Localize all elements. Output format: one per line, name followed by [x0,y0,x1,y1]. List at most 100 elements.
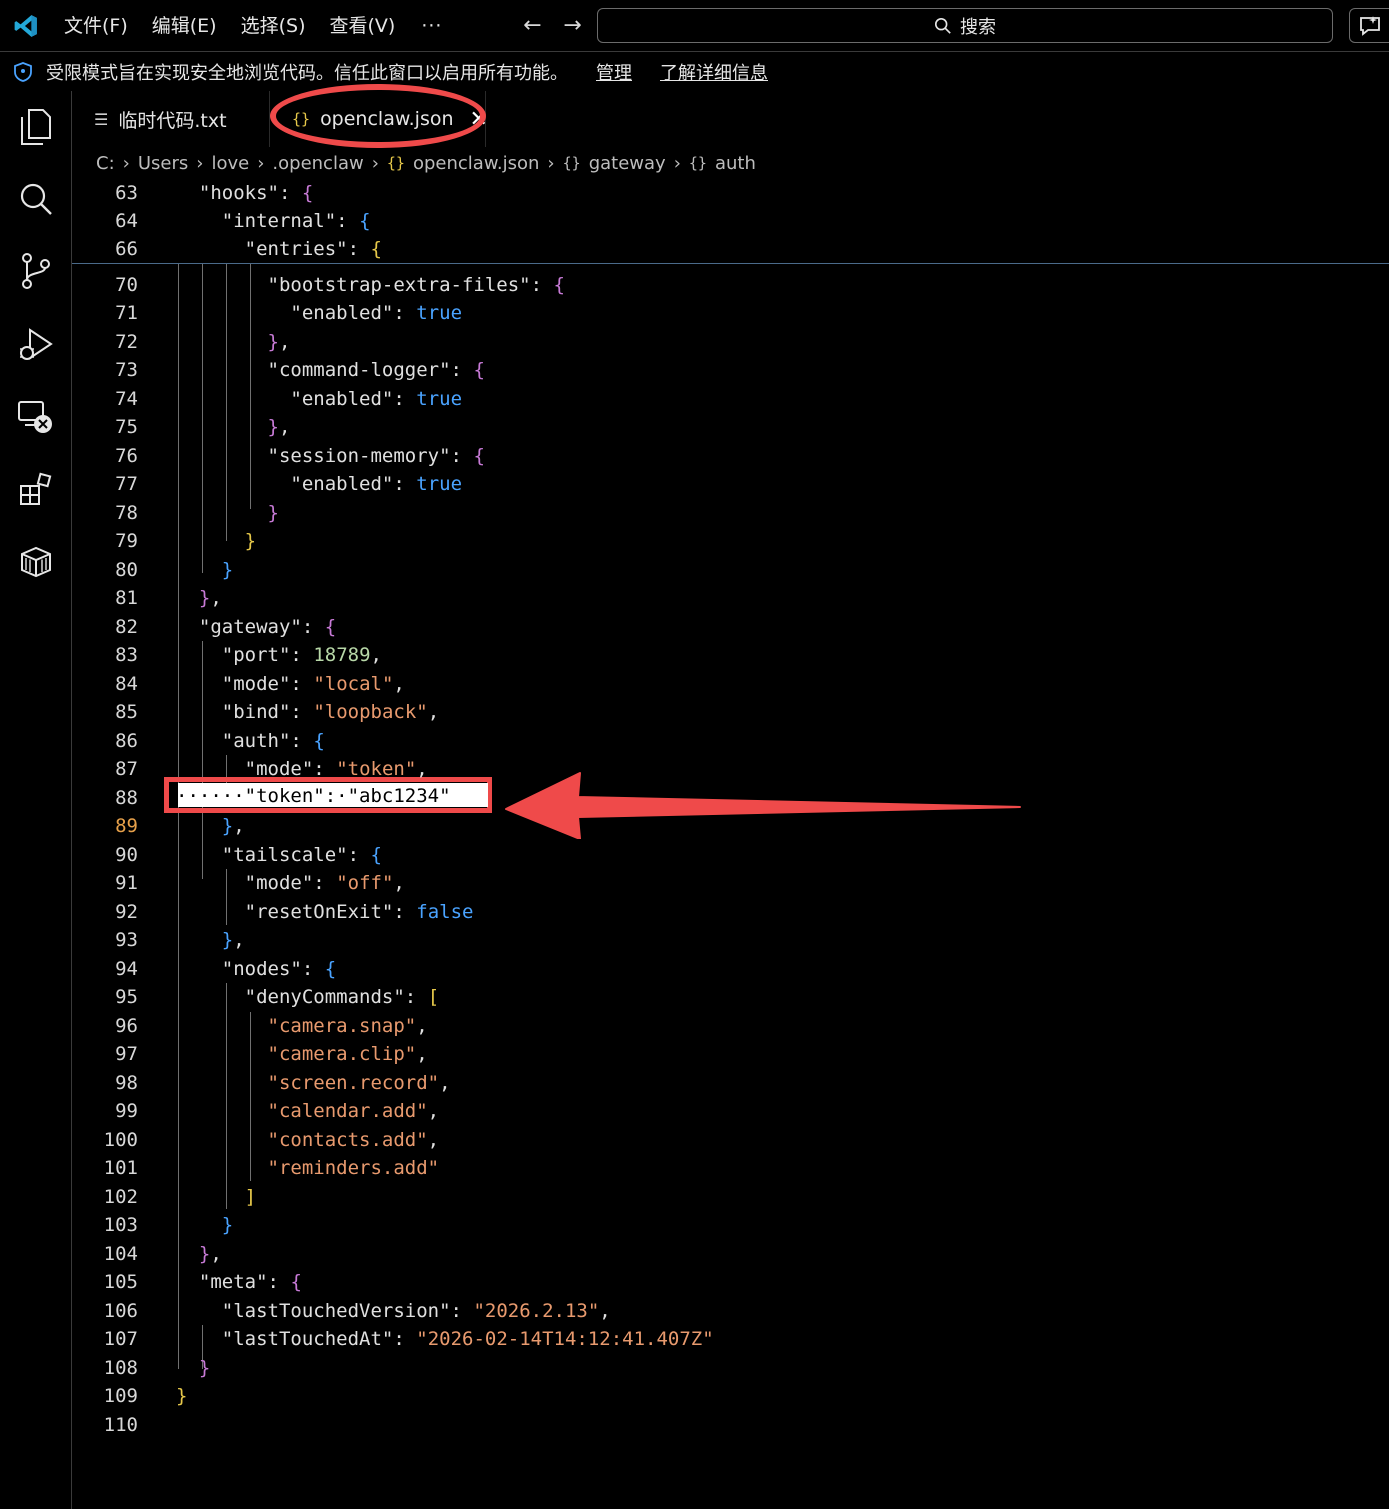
code-line[interactable]: 90 "tailscale": { [72,841,1389,869]
code-line[interactable]: 100 "contacts.add", [72,1126,1389,1154]
line-code: "calendar.add", [267,1100,440,1122]
code-line[interactable]: 64 "internal": { [72,207,1389,235]
chat-icon[interactable] [1349,8,1389,43]
code-line[interactable]: 95 "denyCommands": [ [72,983,1389,1011]
code-line[interactable]: 74 "enabled": true [72,385,1389,413]
tab-highlight-annotation [270,84,486,148]
menu-more-icon[interactable]: ··· [407,15,456,37]
line-code: }, [267,416,291,438]
line-number: 77 [115,473,138,495]
code-line[interactable]: 89 }, [72,812,1389,840]
line-number: 97 [115,1043,138,1065]
chevron-right-icon: › [673,152,681,174]
code-line[interactable]: 102 ] [72,1183,1389,1211]
code-line[interactable]: 73 "command-logger": { [72,356,1389,384]
code-line[interactable]: 110 [72,1411,1389,1439]
code-line[interactable]: 93 }, [72,926,1389,954]
manage-link[interactable]: 管理 [596,59,632,85]
code-line[interactable]: 70 "bootstrap-extra-files": { [72,271,1389,299]
code-editor[interactable]: ······"token":·"abc1234" 63 "hooks": {64… [72,179,1389,1509]
code-line[interactable]: 71 "enabled": true [72,299,1389,327]
line-code: "camera.clip", [267,1043,428,1065]
line-code: } [198,1357,211,1379]
command-search-box[interactable]: 搜索 [597,8,1333,43]
line-number: 107 [103,1328,138,1350]
line-number: 88 [115,787,138,809]
code-line[interactable]: 66 "entries": { [72,235,1389,263]
run-debug-icon[interactable] [16,325,56,365]
line-number: 86 [115,730,138,752]
extensions-icon[interactable] [16,469,56,509]
breadcrumb-auth[interactable]: auth [715,153,756,174]
code-line[interactable]: 85 "bind": "loopback", [72,698,1389,726]
menu-file[interactable]: 文件(F) [52,0,140,52]
line-code: "enabled": true [290,473,463,495]
sticky-scroll-divider [72,263,1389,264]
code-line[interactable]: 86 "auth": { [72,727,1389,755]
code-line[interactable]: 106 "lastTouchedVersion": "2026.2.13", [72,1297,1389,1325]
code-line[interactable]: 84 "mode": "local", [72,670,1389,698]
code-line[interactable]: 91 "mode": "off", [72,869,1389,897]
code-line[interactable]: 97 "camera.clip", [72,1040,1389,1068]
breadcrumb-file[interactable]: openclaw.json [413,153,539,174]
line-code: "mode": "token", [244,758,428,780]
breadcrumb-users[interactable]: Users [138,153,188,174]
chevron-right-icon: › [122,152,130,174]
code-line[interactable]: 94 "nodes": { [72,955,1389,983]
code-line[interactable]: 96 "camera.snap", [72,1012,1389,1040]
menu-edit[interactable]: 编辑(E) [140,0,229,52]
line-number: 104 [103,1243,138,1265]
line-number: 89 [115,815,138,837]
line-code: "port": 18789, [221,644,382,666]
line-number: 85 [115,701,138,723]
code-line[interactable]: 75 }, [72,413,1389,441]
line-code: "lastTouchedAt": "2026-02-14T14:12:41.40… [221,1328,714,1350]
tab-temp-code[interactable]: ☰ 临时代码.txt [72,91,270,147]
code-line[interactable]: 82 "gateway": { [72,613,1389,641]
back-arrow-icon[interactable]: ← [512,0,552,52]
code-line[interactable]: 99 "calendar.add", [72,1097,1389,1125]
code-line[interactable]: 87 "mode": "token", [72,755,1389,783]
line-number: 99 [115,1100,138,1122]
code-line[interactable]: 88 [72,784,1389,812]
code-line[interactable]: 80 } [72,556,1389,584]
source-control-icon[interactable] [16,251,56,291]
menu-selection[interactable]: 选择(S) [229,0,318,52]
code-line[interactable]: 81 }, [72,584,1389,612]
code-line[interactable]: 105 "meta": { [72,1268,1389,1296]
code-line[interactable]: 107 "lastTouchedAt": "2026-02-14T14:12:4… [72,1325,1389,1353]
banner-message: 受限模式旨在实现安全地浏览代码。信任此窗口以启用所有功能。 [46,63,568,84]
package-box-icon[interactable] [16,541,56,581]
line-code: "camera.snap", [267,1015,428,1037]
breadcrumb-drive[interactable]: C: [96,153,115,174]
breadcrumb-openclaw-folder[interactable]: .openclaw [272,153,363,174]
line-code: "denyCommands": [ [244,986,440,1008]
remote-explorer-icon[interactable] [16,397,56,437]
code-line[interactable]: 104 }, [72,1240,1389,1268]
line-code: "resetOnExit": false [244,901,474,923]
menu-view[interactable]: 查看(V) [318,0,408,52]
code-line[interactable]: 78 } [72,499,1389,527]
forward-arrow-icon[interactable]: → [552,0,592,52]
code-line[interactable]: 72 }, [72,328,1389,356]
line-number: 90 [115,844,138,866]
search-icon[interactable] [16,179,56,219]
code-line[interactable]: 98 "screen.record", [72,1069,1389,1097]
breadcrumb-gateway[interactable]: gateway [589,153,666,174]
code-line[interactable]: 77 "enabled": true [72,470,1389,498]
breadcrumb-love[interactable]: love [211,153,249,174]
code-line[interactable]: 76 "session-memory": { [72,442,1389,470]
code-line[interactable]: 103 } [72,1211,1389,1239]
code-line[interactable]: 79 } [72,527,1389,555]
code-line[interactable]: 63 "hooks": { [72,179,1389,207]
line-code: "nodes": { [221,958,337,980]
code-line[interactable]: 109} [72,1382,1389,1410]
code-line[interactable]: 101 "reminders.add" [72,1154,1389,1182]
tab-label: 临时代码.txt [118,109,227,132]
code-line[interactable]: 108 } [72,1354,1389,1382]
explorer-icon[interactable] [16,107,56,147]
code-line[interactable]: 92 "resetOnExit": false [72,898,1389,926]
line-number: 73 [115,359,138,381]
learn-more-link[interactable]: 了解详细信息 [660,59,768,85]
code-line[interactable]: 83 "port": 18789, [72,641,1389,669]
